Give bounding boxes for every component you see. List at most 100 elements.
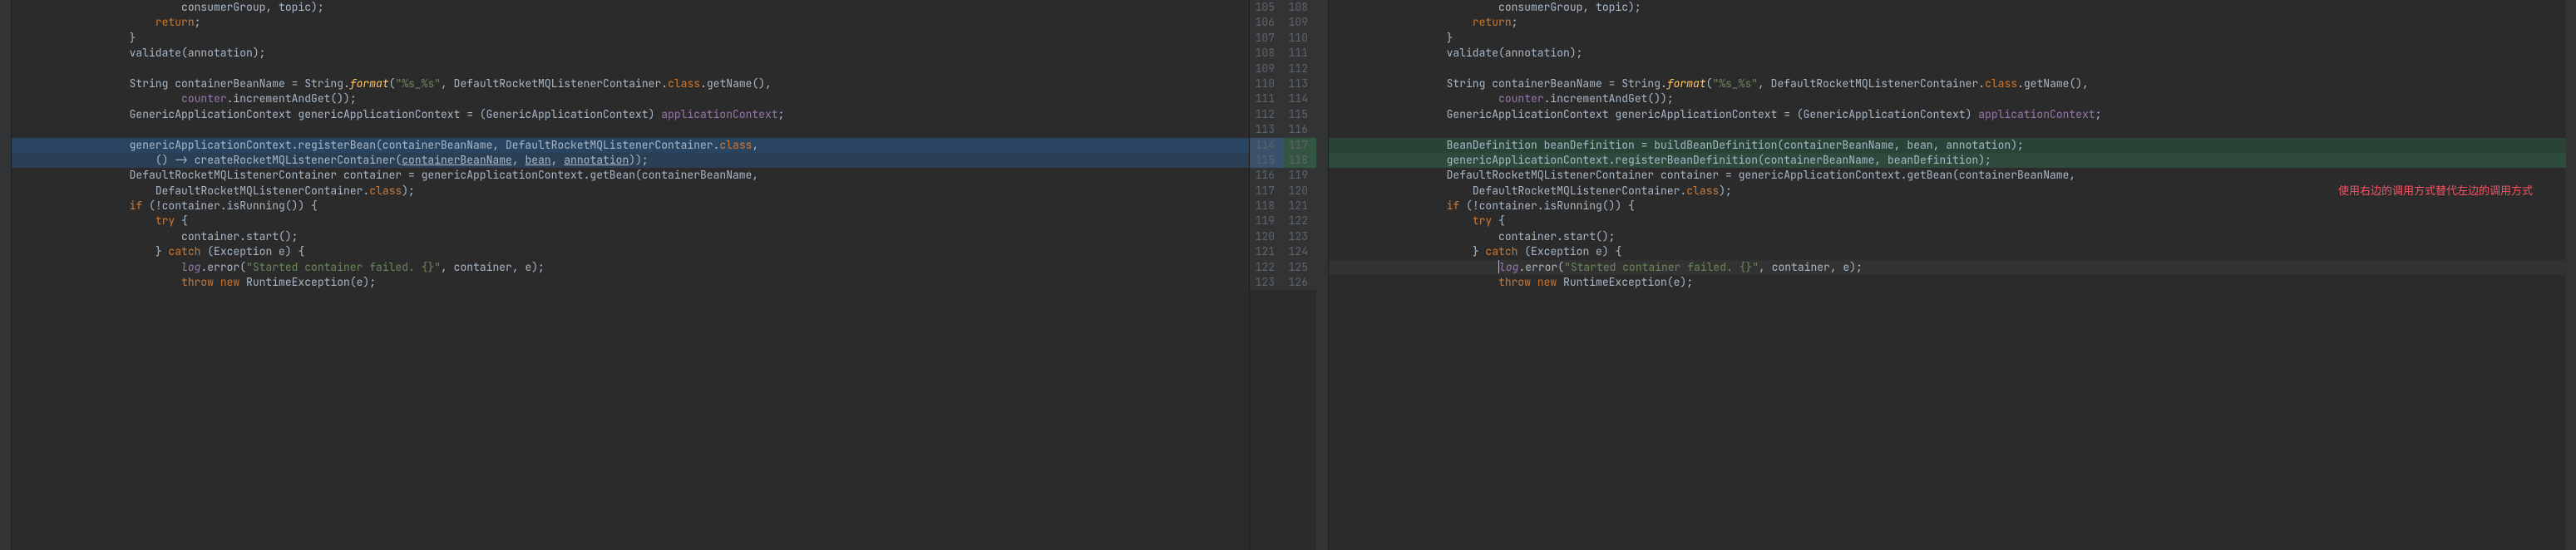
line-number[interactable]: 109: [1250, 61, 1283, 76]
line-number[interactable]: 114: [1250, 138, 1283, 153]
code-line[interactable]: throw new RuntimeException(e);: [12, 275, 1249, 290]
code-token: );: [1719, 184, 1732, 199]
code-line[interactable]: try {: [1329, 214, 2566, 228]
code-line[interactable]: return;: [12, 15, 1249, 30]
code-line[interactable]: if (!container.isRunning()) {: [12, 199, 1249, 214]
code-line[interactable]: validate(annotation);: [1329, 46, 2566, 61]
code-token: class: [1985, 76, 2017, 91]
code-line[interactable]: GenericApplicationContext genericApplica…: [1329, 107, 2566, 122]
line-number[interactable]: 105: [1250, 0, 1283, 15]
code-token: validate(annotation);: [130, 46, 266, 61]
code-line[interactable]: counter.incrementAndGet());: [12, 91, 1249, 106]
line-number[interactable]: 117: [1283, 138, 1316, 153]
code-line[interactable]: DefaultRocketMQListenerContainer contain…: [1329, 168, 2566, 183]
line-number[interactable]: 112: [1250, 107, 1283, 122]
code-line[interactable]: log.error("Started container failed. {}"…: [12, 260, 1249, 275]
line-number[interactable]: 106: [1250, 15, 1283, 30]
code-line[interactable]: log.error("Started container failed. {}"…: [1329, 260, 2566, 275]
left-line-numbers: 1051061071081091101111121131141151161171…: [1250, 0, 1283, 550]
line-number[interactable]: 121: [1283, 199, 1316, 214]
code-token: ;: [1512, 15, 1518, 30]
code-token: DefaultRocketMQListenerContainer contain…: [1447, 168, 2076, 183]
line-number[interactable]: 113: [1250, 122, 1283, 137]
code-line[interactable]: genericApplicationContext.registerBeanDe…: [1329, 153, 2566, 168]
code-token: DefaultRocketMQListenerContainer.: [1473, 184, 1686, 199]
line-number[interactable]: 112: [1283, 61, 1316, 76]
line-number[interactable]: 125: [1283, 260, 1316, 275]
line-number[interactable]: 117: [1250, 184, 1283, 199]
line-number[interactable]: 126: [1283, 275, 1316, 290]
line-number[interactable]: 119: [1250, 214, 1283, 228]
code-line[interactable]: [1329, 61, 2566, 76]
code-token: genericApplicationContext.registerBeanDe…: [1447, 153, 1991, 168]
right-code-area[interactable]: consumerGroup, topic); return; } validat…: [1329, 0, 2566, 550]
code-line[interactable]: DefaultRocketMQListenerContainer.class);…: [1329, 184, 2566, 199]
code-line[interactable]: consumerGroup, topic);: [12, 0, 1249, 15]
code-line[interactable]: BeanDefinition beanDefinition = buildBea…: [1329, 138, 2566, 153]
code-token: }: [1473, 244, 1486, 259]
code-line[interactable]: if (!container.isRunning()) {: [1329, 199, 2566, 214]
code-token: return: [155, 15, 195, 30]
line-number[interactable]: 120: [1283, 184, 1316, 199]
line-number[interactable]: 123: [1283, 229, 1316, 244]
line-number[interactable]: 109: [1283, 15, 1316, 30]
line-number[interactable]: 115: [1250, 153, 1283, 168]
code-token: return: [1473, 15, 1512, 30]
line-number[interactable]: 119: [1283, 168, 1316, 183]
code-line[interactable]: String containerBeanName = String.format…: [12, 76, 1249, 91]
line-number[interactable]: 122: [1283, 214, 1316, 228]
code-token: ,: [512, 153, 526, 168]
code-line[interactable]: [1329, 122, 2566, 137]
code-token: "%s_%s": [1712, 76, 1758, 91]
code-line[interactable]: } catch (Exception e) {: [1329, 244, 2566, 259]
code-token: );: [311, 0, 324, 15]
line-number[interactable]: 118: [1283, 153, 1316, 168]
line-number[interactable]: 122: [1250, 260, 1283, 275]
line-number[interactable]: 116: [1283, 122, 1316, 137]
code-token: if: [1447, 199, 1460, 214]
line-number[interactable]: 123: [1250, 275, 1283, 290]
code-token: (!container.isRunning()) {: [1459, 199, 1635, 214]
expand-column[interactable]: [1316, 0, 1328, 550]
code-line[interactable]: genericApplicationContext.registerBean(c…: [12, 138, 1249, 153]
line-number[interactable]: 115: [1283, 107, 1316, 122]
code-token: .getName(),: [2017, 76, 2089, 91]
code-line[interactable]: GenericApplicationContext genericApplica…: [12, 107, 1249, 122]
code-line[interactable]: return;: [1329, 15, 2566, 30]
left-code-area[interactable]: consumerGroup, topic); return; } validat…: [12, 0, 1249, 550]
code-line[interactable]: consumerGroup, topic);: [1329, 0, 2566, 15]
line-number[interactable]: 116: [1250, 168, 1283, 183]
line-number[interactable]: 118: [1250, 199, 1283, 214]
code-line[interactable]: try {: [12, 214, 1249, 228]
line-number[interactable]: 108: [1250, 46, 1283, 61]
code-line[interactable]: DefaultRocketMQListenerContainer.class);: [12, 184, 1249, 199]
code-line[interactable]: }: [1329, 31, 2566, 46]
code-token: catch: [168, 244, 200, 259]
line-number[interactable]: 120: [1250, 229, 1283, 244]
line-number[interactable]: 113: [1283, 76, 1316, 91]
line-number[interactable]: 111: [1250, 91, 1283, 106]
line-number[interactable]: 114: [1283, 91, 1316, 106]
code-line[interactable]: } catch (Exception e) {: [12, 244, 1249, 259]
code-line[interactable]: validate(annotation);: [12, 46, 1249, 61]
code-line[interactable]: String containerBeanName = String.format…: [1329, 76, 2566, 91]
code-line[interactable]: DefaultRocketMQListenerContainer contain…: [12, 168, 1249, 183]
code-line[interactable]: [12, 61, 1249, 76]
line-number[interactable]: 121: [1250, 244, 1283, 259]
line-number[interactable]: 110: [1283, 31, 1316, 46]
code-line[interactable]: [12, 122, 1249, 137]
line-number[interactable]: 124: [1283, 244, 1316, 259]
code-token: );: [1628, 0, 1641, 15]
code-line[interactable]: container.start();: [12, 229, 1249, 244]
code-line[interactable]: () -> createRocketMQListenerContainer(co…: [12, 153, 1249, 168]
code-line[interactable]: }: [12, 31, 1249, 46]
code-line[interactable]: counter.incrementAndGet());: [1329, 91, 2566, 106]
code-token: throw new: [1498, 275, 1557, 290]
scrollbar[interactable]: [2566, 0, 2576, 550]
line-number[interactable]: 111: [1283, 46, 1316, 61]
line-number[interactable]: 107: [1250, 31, 1283, 46]
line-number[interactable]: 108: [1283, 0, 1316, 15]
line-number[interactable]: 110: [1250, 76, 1283, 91]
code-line[interactable]: container.start();: [1329, 229, 2566, 244]
code-line[interactable]: throw new RuntimeException(e);: [1329, 275, 2566, 290]
